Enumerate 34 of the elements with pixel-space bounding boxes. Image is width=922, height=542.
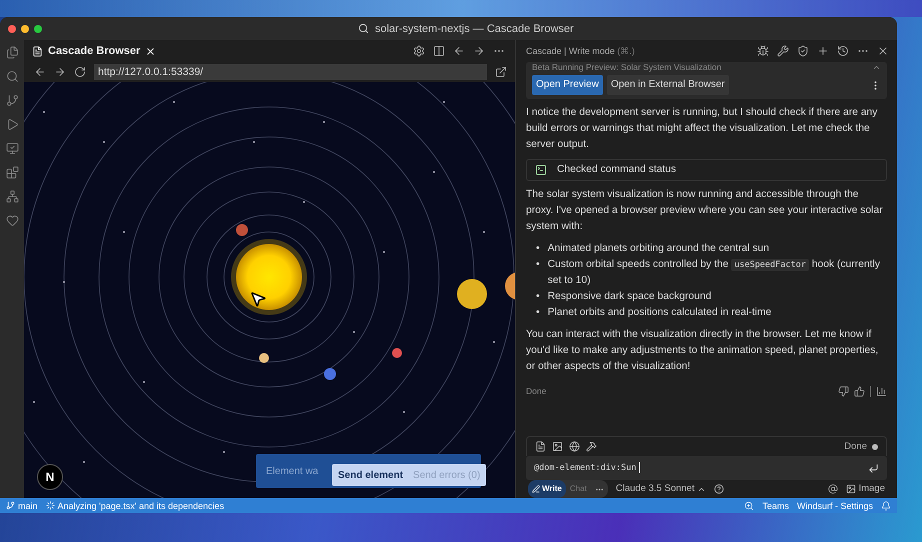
task-status: Analyzing 'page.tsx' and its dependencies: [46, 500, 224, 510]
chat-input[interactable]: @dom-element:div:Sun: [526, 456, 887, 480]
model-selector[interactable]: Claude 3.5 Sonnet: [616, 481, 706, 497]
send-element-button[interactable]: Send element: [338, 470, 404, 480]
framework-badge[interactable]: N: [37, 464, 63, 490]
tool-call-text: Checked command status: [557, 163, 676, 177]
panel-title: Cascade | Write mode (⌘.): [526, 45, 635, 58]
message-paragraph: I notice the development server is running, but I should check if there are any build errors or warnings that might affect the visualization. Let me check the server output.: [526, 106, 878, 152]
status-item[interactable]: Teams: [762, 500, 789, 510]
tool-call-card[interactable]: Checked command status: [526, 159, 887, 181]
banner-title: Beta Running Preview: Solar System Visualization: [532, 62, 722, 72]
bullet-item: Custom orbital speeds controlled by the useSpeedFactor hook (currently set to 10): [548, 258, 881, 288]
input-text: @dom-element:div:Sun: [534, 460, 640, 476]
status-item[interactable]: Windsurf - Settings: [796, 500, 873, 510]
bullet-marker: •: [536, 242, 540, 256]
bullet-item: Animated planets orbiting around the central sun: [548, 242, 770, 256]
bullet-item: Responsive dark space background: [548, 290, 712, 304]
preview-button[interactable]: Open in External Browser: [606, 75, 729, 95]
toast-text: Element wa: [266, 466, 318, 476]
status-text: Done: [526, 385, 546, 398]
preview-button[interactable]: Open Preview: [532, 75, 603, 95]
browser-tab[interactable]: Cascade Browser: [32, 45, 156, 57]
image-button[interactable]: Image: [846, 481, 885, 497]
bullet-marker: •: [536, 306, 540, 320]
composer-status: Done: [844, 438, 878, 454]
url-field[interactable]: http://127.0.0.1:53339/: [94, 64, 487, 80]
bullet-marker: •: [536, 290, 540, 304]
message-paragraph: You can interact with the visualization directly in the browser. Let me know if you'd like to make any adjustments to the animation speed, planet properties, or other aspects of the visualization!: [526, 328, 880, 374]
mode-toggle[interactable]: Write: [528, 480, 566, 498]
branch-item[interactable]: main: [6, 500, 38, 510]
bullet-marker: •: [536, 258, 540, 272]
window-title: solar-system-nextjs — Cascade Browser: [375, 22, 574, 34]
message-paragraph: The solar system visualization is now running and accessible through the proxy. I've opened a browser preview where you can see your interactive solar system with:: [526, 188, 884, 234]
bullet-item: Planet orbits and positions calculated in real-time: [548, 306, 772, 320]
